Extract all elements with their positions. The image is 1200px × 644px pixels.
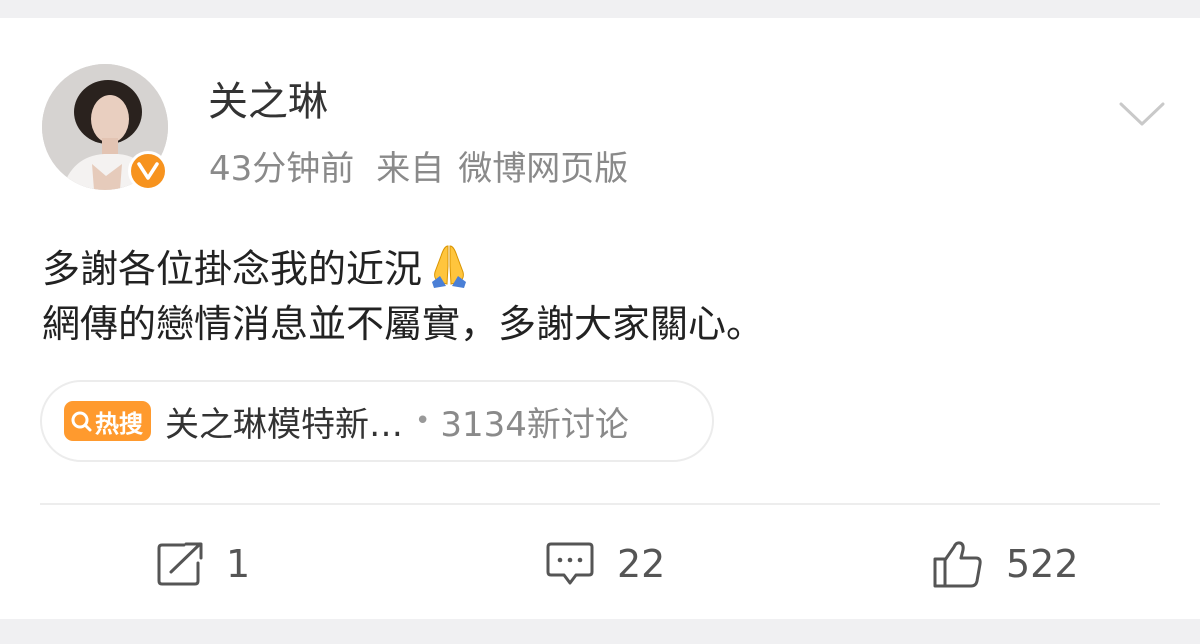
folded-hands-emoji-icon (432, 245, 467, 288)
username[interactable]: 关之琳 (208, 78, 328, 126)
like-button[interactable]: 522 (932, 540, 1079, 588)
like-icon (933, 541, 982, 588)
chevron-down-icon[interactable] (1117, 96, 1167, 130)
repost-count: 1 (226, 542, 251, 586)
post-text-line-1-content: 多謝各位掛念我的近況 (42, 247, 423, 291)
comment-count: 22 (617, 542, 666, 586)
post-time[interactable]: 43分钟前 (209, 149, 354, 189)
repost-icon (157, 542, 203, 586)
post-source: 微博网页版 (458, 149, 629, 189)
top-separator-strip (0, 0, 1200, 18)
comment-icon (546, 542, 594, 585)
source-prefix: 来自 (376, 149, 445, 189)
divider (40, 503, 1160, 505)
bottom-separator-strip (0, 619, 1200, 644)
search-icon (71, 411, 92, 432)
topic-separator: • (415, 406, 431, 436)
topic-discussion-count: 3134新讨论 (440, 404, 629, 445)
post-body: 多謝各位掛念我的近況 網傳的戀情消息並不屬實，多謝大家關心。 (42, 242, 764, 352)
post-text-line-1: 多謝各位掛念我的近況 (42, 242, 764, 297)
like-count: 522 (1006, 542, 1079, 586)
comment-button[interactable]: 22 (545, 540, 665, 588)
weibo-post-card: 关之琳 43分钟前 来自 微博网页版 多謝各位掛念我的近況 網傳的戀情消息並不屬實，… (0, 18, 1200, 619)
topic-title: 关之琳模特新… (165, 404, 403, 445)
post-text-line-2: 網傳的戀情消息並不屬實，多謝大家關心。 (42, 302, 765, 346)
hot-search-topic-pill[interactable]: 热搜 关之琳模特新… • 3134新讨论 (40, 380, 714, 462)
verified-v-icon (128, 151, 168, 191)
hot-search-badge-label: 热搜 (95, 409, 143, 438)
hot-search-badge: 热搜 (64, 401, 151, 441)
repost-button[interactable]: 1 (156, 540, 250, 588)
post-meta: 43分钟前 来自 微博网页版 (209, 148, 650, 190)
